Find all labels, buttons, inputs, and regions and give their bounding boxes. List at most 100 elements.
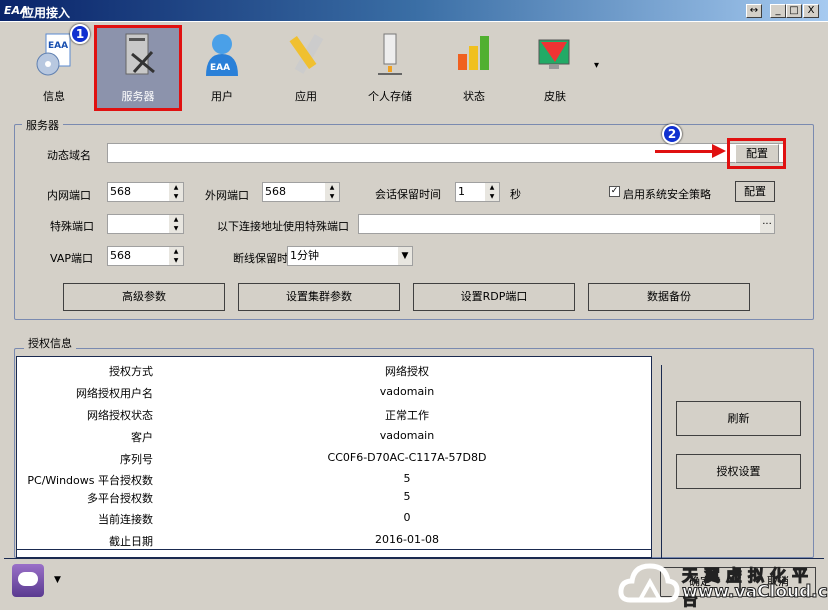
spin-arrows-icon[interactable]: ▲ ▼: [169, 183, 183, 201]
tool-label: 皮肤: [544, 90, 566, 103]
lan-port-spinner[interactable]: 568 ▲ ▼: [107, 182, 184, 202]
list-item: 网络授权用户名 vadomain: [17, 381, 653, 401]
tool-app[interactable]: 应用: [265, 28, 347, 108]
disconnect-select[interactable]: 1分钟 ▼: [287, 246, 413, 266]
special-addr-label: 以下连接地址使用特殊端口: [217, 220, 349, 233]
license-info-list: 授权方式 网络授权 网络授权用户名 vadomain 网络授权状态 正常工作 客户 va…: [16, 356, 652, 558]
title-bar: EAA 应用接入 ↔ _ □ X: [0, 0, 828, 22]
footer-divider: [4, 558, 824, 559]
list-value: 正常工作: [385, 409, 429, 422]
vap-port-value: 568: [110, 249, 131, 262]
list-key: 网络授权用户名: [76, 387, 153, 400]
cancel-button[interactable]: 取消: [740, 567, 816, 597]
pencil-ruler-icon: [289, 34, 324, 74]
session-unit: 秒: [510, 188, 521, 201]
list-key: 截止日期: [109, 535, 153, 548]
list-value: 5: [403, 472, 411, 485]
list-key: 当前连接数: [98, 513, 153, 526]
toolbar-more-arrow-icon[interactable]: ▾: [594, 60, 599, 71]
list-value: 网络授权: [385, 365, 429, 378]
security-label: 启用系统安全策略: [623, 188, 711, 201]
divider: [661, 365, 662, 558]
svg-text:EAA: EAA: [210, 63, 230, 73]
tool-label: 个人存储: [368, 90, 412, 103]
refresh-button[interactable]: 刷新: [676, 401, 801, 436]
list-item: 截止日期 2016-01-08: [17, 529, 653, 549]
spin-arrows-icon[interactable]: ▲ ▼: [485, 183, 499, 201]
tool-label: 服务器: [121, 90, 155, 103]
vap-port-spinner[interactable]: 568 ▲ ▼: [107, 246, 184, 266]
list-item: 序列号 CC0F6-D70AC-C117A-57D8D: [17, 447, 653, 467]
special-addr-input[interactable]: ...: [358, 214, 775, 234]
domain-input[interactable]: [107, 143, 786, 163]
wan-port-spinner[interactable]: 568 ▲ ▼: [262, 182, 340, 202]
dropdown-arrow-icon[interactable]: ▼: [398, 247, 412, 265]
spin-arrows-icon[interactable]: ▲ ▼: [325, 183, 339, 201]
lan-port-label: 内网端口: [47, 189, 91, 202]
advanced-params-button[interactable]: 高级参数: [63, 283, 225, 311]
list-key: 授权方式: [109, 365, 153, 378]
special-port-spinner[interactable]: ▲ ▼: [107, 214, 184, 234]
special-port-label: 特殊端口: [50, 220, 94, 233]
rdp-port-button[interactable]: 设置RDP端口: [413, 283, 575, 311]
list-value: vadomain: [379, 429, 435, 442]
storage-icon: [378, 33, 402, 75]
restore-size-button[interactable]: ↔: [746, 4, 762, 18]
list-key: 网络授权状态: [87, 409, 153, 422]
list-value: CC0F6-D70AC-C117A-57D8D: [327, 451, 487, 464]
session-label: 会话保留时间: [375, 188, 441, 201]
tool-skin[interactable]: 皮肤: [514, 28, 596, 108]
list-value: 5: [403, 490, 411, 503]
tool-storage[interactable]: 个人存储: [349, 28, 431, 108]
browse-button[interactable]: ...: [760, 215, 774, 233]
chat-icon[interactable]: [12, 564, 44, 597]
cluster-params-button[interactable]: 设置集群参数: [238, 283, 400, 311]
list-item: 网络授权状态 正常工作: [17, 403, 653, 423]
server-tools-icon: [125, 33, 155, 75]
tool-label: 信息: [43, 90, 65, 103]
lan-port-value: 568: [110, 185, 131, 198]
tool-user[interactable]: EAA 用户: [181, 28, 263, 108]
highlight-box: [727, 138, 786, 169]
list-key: 多平台授权数: [87, 492, 153, 505]
spin-arrows-icon[interactable]: ▲ ▼: [169, 215, 183, 233]
minimize-button[interactable]: _: [770, 4, 786, 18]
security-checkbox[interactable]: ✓: [609, 186, 620, 197]
step-badge-1: 1: [70, 24, 90, 44]
session-spinner[interactable]: 1 ▲ ▼: [455, 182, 500, 202]
list-value: 2016-01-08: [375, 533, 439, 546]
wan-port-value: 568: [265, 185, 286, 198]
disconnect-value: 1分钟: [290, 249, 319, 262]
tool-server[interactable]: 服务器: [94, 25, 182, 111]
data-backup-button[interactable]: 数据备份: [588, 283, 750, 311]
bar-chart-icon: [458, 36, 489, 70]
close-button[interactable]: X: [803, 4, 819, 18]
license-settings-button[interactable]: 授权设置: [676, 454, 801, 489]
list-item: 授权方式 网络授权: [17, 359, 653, 379]
user-icon: EAA: [206, 34, 238, 76]
step-badge-2: 2: [662, 124, 682, 144]
license-group-title: 授权信息: [24, 335, 76, 351]
wan-port-label: 外网端口: [205, 189, 249, 202]
tool-label: 状态: [463, 90, 485, 103]
maximize-button[interactable]: □: [786, 4, 802, 18]
list-key: 客户: [131, 431, 153, 444]
list-divider: [17, 549, 651, 550]
spin-arrows-icon[interactable]: ▲ ▼: [169, 247, 183, 265]
server-group-title: 服务器: [22, 117, 63, 133]
chat-dropdown-arrow-icon[interactable]: ▼: [54, 575, 61, 585]
vap-port-label: VAP端口: [50, 252, 93, 265]
window-title: 应用接入: [22, 6, 71, 20]
list-item: 当前连接数 0: [17, 507, 653, 527]
skin-monitor-icon: [538, 39, 570, 69]
list-item: 多平台授权数 5: [17, 486, 653, 506]
domain-label: 动态域名: [47, 149, 91, 162]
tool-status[interactable]: 状态: [433, 28, 515, 108]
ok-button[interactable]: 确定: [660, 567, 740, 597]
security-config-button[interactable]: 配置: [735, 181, 775, 202]
svg-text:EAA: EAA: [48, 41, 68, 51]
info-disc-icon: EAA: [36, 33, 71, 76]
tool-label: 应用: [295, 90, 317, 103]
red-arrow-icon: [655, 150, 715, 153]
list-item: 客户 vadomain: [17, 425, 653, 445]
